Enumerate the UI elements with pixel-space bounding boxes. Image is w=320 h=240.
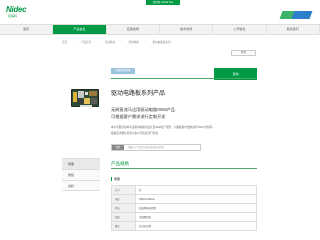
- breadcrumb-current: 驱动电路板系列: [152, 41, 171, 44]
- search-input[interactable]: 请输入产品型号或关键词进行检索: [124, 145, 164, 150]
- spec-value: 可对应定制: [135, 221, 257, 231]
- breadcrumb-separator: >: [144, 40, 147, 43]
- spec-key: 备注: [111, 221, 136, 231]
- spec-key: 尺寸: [111, 185, 136, 195]
- table-row: 用途 空调用风扇: [111, 212, 257, 222]
- product-description: 规格及详细信息请与本公司营业部门咨询。: [111, 132, 161, 135]
- search-bar: 检索 请输入产品型号或关键词进行检索: [111, 144, 201, 151]
- table-row: 备注 可对应定制: [111, 221, 257, 231]
- spec-value: 约: [135, 185, 257, 195]
- breadcrumb: 首页 > 产品信息 > 马达驱动 > 控制电路 > 驱动电路板系列: [62, 40, 171, 44]
- spec-key: 特长: [111, 203, 136, 213]
- breadcrumb-item[interactable]: 产品信息: [81, 40, 91, 44]
- product-headline: 无刷直流马达用驱动电路OEM产品: [111, 107, 175, 112]
- breadcrumb-separator: >: [97, 40, 99, 43]
- global-site-link[interactable]: 尼得科 Global Site: [146, 0, 180, 5]
- site-header: Nidec 尼得科 尼得科 Global Site: [0, 0, 320, 22]
- breadcrumb-item[interactable]: 马达驱动: [105, 40, 115, 44]
- breadcrumb-item[interactable]: 控制电路: [128, 40, 138, 44]
- section-divider: [111, 168, 257, 169]
- nav-item-contact[interactable]: 联系我们: [267, 25, 320, 34]
- product-description: 本公司提供各种马达驱动电路的设计及OEM生产服务，可根据客户要求进行PWM 控制…: [111, 126, 215, 129]
- breadcrumb-separator: >: [120, 40, 123, 43]
- spec-value: 空调用风扇: [135, 212, 257, 222]
- side-menu-item-docs[interactable]: 资料: [62, 180, 100, 191]
- nidec-logo[interactable]: Nidec: [6, 5, 27, 14]
- header-banner[interactable]: [279, 11, 313, 19]
- breadcrumb-item[interactable]: 首页: [62, 40, 67, 44]
- product-image: [71, 89, 99, 107]
- table-row: 电压 165mm×90mm: [111, 194, 257, 204]
- search-button[interactable]: 检索: [112, 145, 124, 150]
- section-title: 产品规格: [111, 161, 129, 166]
- subsection-title: 概要: [111, 177, 120, 181]
- side-menu: 概要 规格 资料: [62, 158, 100, 191]
- category-tag: 控制电路基板: [111, 68, 135, 74]
- side-menu-item-overview[interactable]: 概要: [62, 158, 100, 169]
- spec-table: 尺寸 约 电压 165mm×90mm 特长 高效率驱动控制 用途 空调用风扇 备…: [111, 185, 257, 231]
- nav-item-company[interactable]: 公司信息: [213, 25, 267, 34]
- title-divider: [111, 78, 257, 79]
- nav-item-applications[interactable]: 应用案例: [107, 25, 160, 34]
- product-headline: 可根据客户需求进行定制开发: [111, 114, 166, 119]
- spec-value: 高效率驱动控制: [135, 203, 257, 213]
- print-button[interactable]: 打印: [231, 50, 256, 56]
- table-row: 特长 高效率驱动控制: [111, 203, 257, 213]
- side-menu-item-spec[interactable]: 规格: [62, 169, 100, 180]
- spec-key: 电压: [111, 194, 136, 204]
- logo-subtitle: 尼得科: [8, 14, 18, 18]
- product-title: 驱动电路板系列产品: [111, 91, 166, 97]
- nav-item-support[interactable]: 技术支持: [160, 25, 214, 34]
- nav-item-products[interactable]: 产品信息: [53, 25, 107, 34]
- banner-blue-stripe: [291, 11, 313, 19]
- table-row: 尺寸 约: [111, 185, 257, 195]
- spec-value: 165mm×90mm: [135, 194, 257, 204]
- main-navigation: 首页 产品信息 应用案例 技术支持 公司信息 联系我们: [0, 24, 320, 35]
- breadcrumb-separator: >: [73, 40, 75, 43]
- spec-key: 用途: [111, 212, 136, 222]
- nav-item-home[interactable]: 首页: [0, 25, 54, 34]
